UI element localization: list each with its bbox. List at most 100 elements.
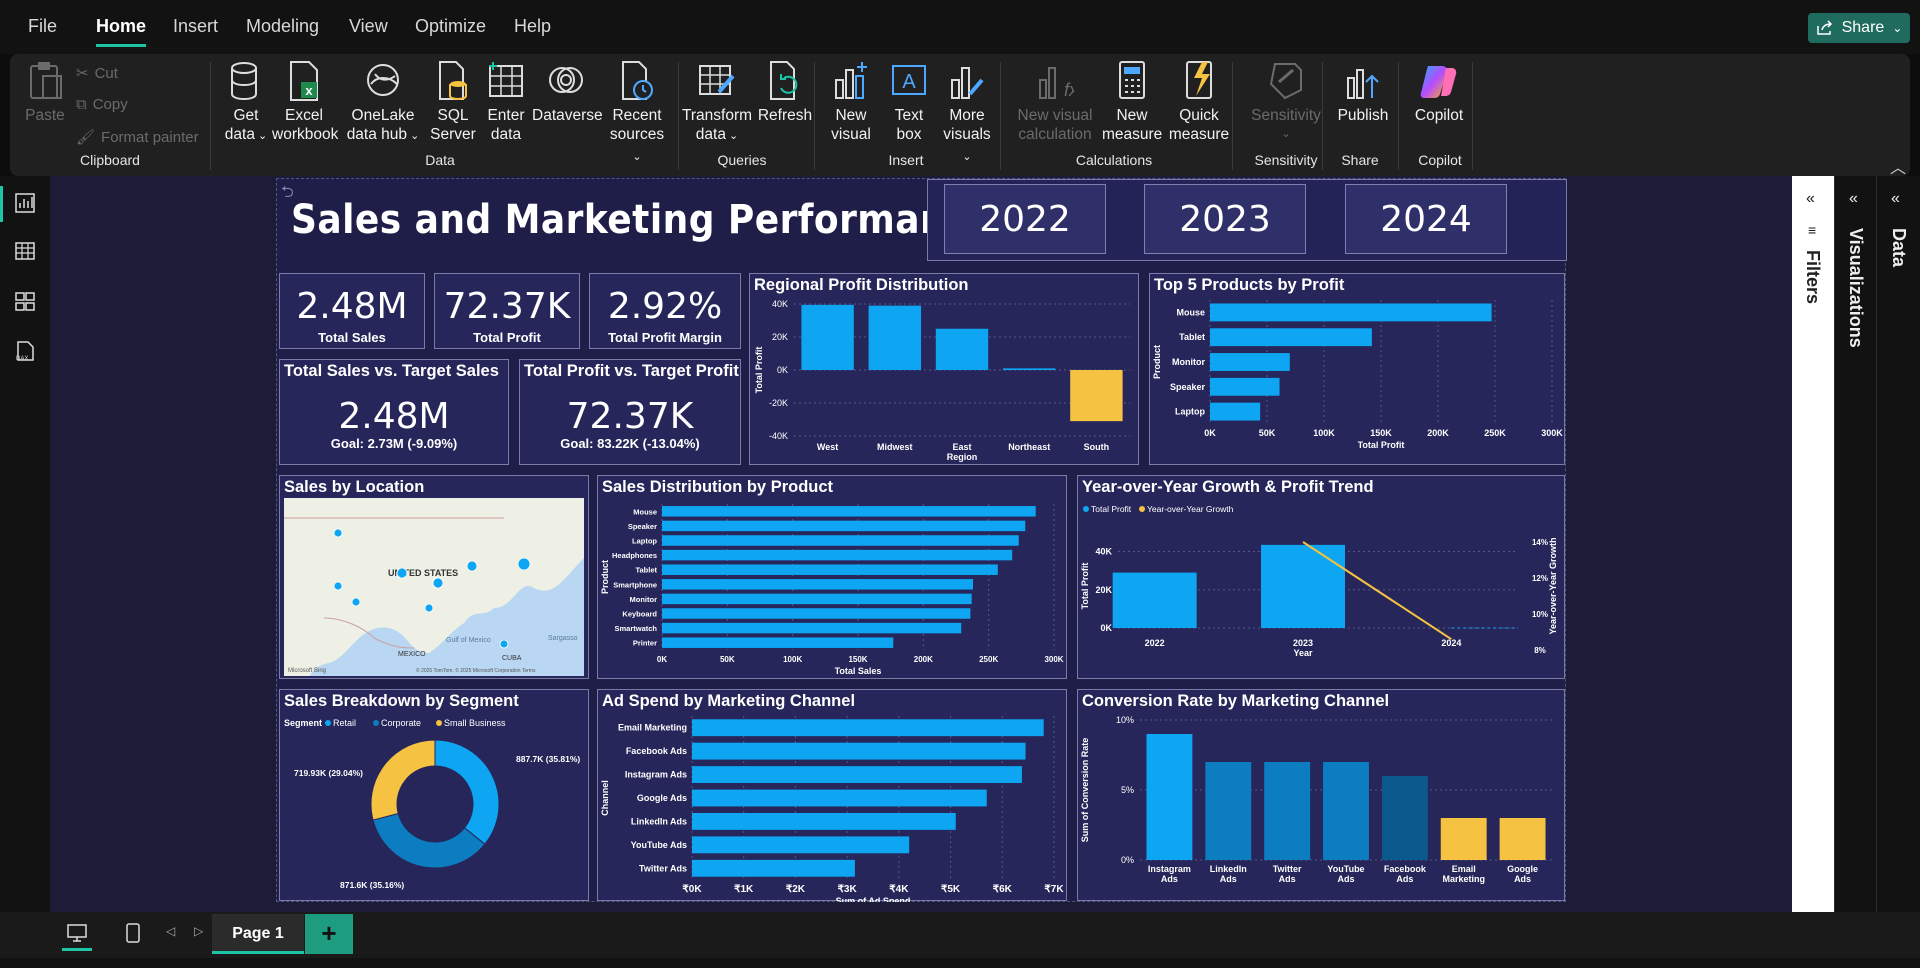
chart-bar[interactable]: [1440, 818, 1487, 860]
expand-visualizations-icon[interactable]: «: [1849, 190, 1858, 208]
chart-bar[interactable]: [1261, 544, 1345, 628]
desktop-layout-icon[interactable]: [66, 922, 88, 944]
chart-bar[interactable]: [1210, 328, 1372, 347]
kpi-card-total-sales[interactable]: 2.48M Total Sales: [279, 273, 425, 349]
chart-bar[interactable]: [1205, 762, 1252, 860]
conversion-rate-card[interactable]: Conversion Rate by Marketing Channel 10%…: [1077, 689, 1565, 901]
new-measure-button[interactable]: New measure: [1102, 60, 1162, 144]
chart-bar[interactable]: [692, 719, 1044, 737]
chart-bar[interactable]: [692, 812, 956, 830]
recent-sources-button[interactable]: Recent sources ⌄: [604, 60, 670, 167]
map-bubble[interactable]: [466, 560, 478, 572]
year-slicer-2023[interactable]: 2023: [1144, 184, 1306, 254]
kpi-card-total-profit[interactable]: 72.37K Total Profit: [434, 273, 580, 349]
donut-slice[interactable]: [434, 739, 500, 845]
chart-bar[interactable]: [662, 549, 1013, 561]
chart-bar[interactable]: [692, 742, 1026, 760]
menu-insert[interactable]: Insert: [173, 16, 218, 37]
menu-home[interactable]: Home: [96, 16, 147, 47]
sales-distribution-card[interactable]: Sales Distribution by Product 0K 50K 100K 1…: [597, 475, 1067, 679]
table-view-icon[interactable]: [14, 240, 36, 262]
data-pane[interactable]: « Data: [1876, 176, 1920, 912]
map-bubble[interactable]: [499, 639, 509, 649]
year-slicer-2024[interactable]: 2024: [1345, 184, 1507, 254]
enter-data-button[interactable]: Enter data: [482, 60, 530, 144]
chart-bar[interactable]: [662, 622, 962, 634]
sql-server-button[interactable]: SQL Server: [428, 60, 478, 144]
excel-workbook-button[interactable]: x Excel workbook: [272, 60, 338, 144]
copilot-button[interactable]: Copilot: [1408, 60, 1470, 125]
transform-data-button[interactable]: Transform data ⌄: [682, 60, 752, 146]
chart-bar[interactable]: [662, 535, 1019, 546]
kpi-card-total-profit-margin[interactable]: 2.92% Total Profit Margin: [589, 273, 741, 349]
yoy-growth-card[interactable]: Year-over-Year Growth & Profit Trend Tot…: [1077, 475, 1565, 679]
map-bubble[interactable]: [333, 528, 343, 538]
next-page-icon[interactable]: ▷: [194, 924, 203, 938]
map-bubble[interactable]: [396, 567, 408, 579]
chart-bar[interactable]: [1002, 368, 1056, 370]
sensitivity-button[interactable]: Sensitivity ⌄: [1246, 60, 1326, 144]
expand-data-icon[interactable]: «: [1891, 190, 1900, 208]
collapse-ribbon-icon[interactable]: ︿: [1890, 154, 1906, 178]
chart-bar[interactable]: [801, 304, 854, 370]
chart-bar[interactable]: [662, 593, 972, 605]
add-page-button[interactable]: +: [305, 914, 353, 954]
map-bubble[interactable]: [517, 557, 531, 571]
new-visual-button[interactable]: New visual: [826, 60, 876, 144]
onelake-button[interactable]: OneLake data hub ⌄: [344, 60, 422, 146]
menu-view[interactable]: View: [349, 16, 388, 37]
regional-profit-card[interactable]: Regional Profit Distribution 40K 20K 0K -20…: [749, 273, 1139, 465]
dax-query-view-icon[interactable]: DAX: [14, 340, 36, 362]
map-bubble[interactable]: [333, 581, 343, 591]
donut-slice[interactable]: [372, 812, 486, 869]
ad-spend-card[interactable]: Ad Spend by Marketing Channel ₹0K ₹1K ₹2K ₹…: [597, 689, 1067, 902]
sales-by-location-card[interactable]: Sales by Location UNITED STATES MEXICO G…: [279, 475, 589, 679]
chart-bar[interactable]: [662, 637, 894, 648]
chart-bar[interactable]: [1264, 762, 1311, 860]
chart-bar[interactable]: [692, 859, 855, 877]
chart-bar[interactable]: [1146, 734, 1193, 860]
chart-bar[interactable]: [692, 766, 1022, 784]
model-view-icon[interactable]: [14, 290, 36, 312]
dataverse-button[interactable]: Dataverse: [532, 60, 603, 125]
menu-modeling[interactable]: Modeling: [246, 16, 319, 37]
more-visuals-button[interactable]: More visuals ⌄: [938, 60, 996, 167]
map-bubble[interactable]: [424, 603, 434, 613]
format-painter-button[interactable]: 🖌 Format painter: [76, 128, 199, 147]
cut-button[interactable]: ✂ Cut: [76, 64, 118, 83]
menu-file[interactable]: File: [28, 16, 57, 37]
chart-bar[interactable]: [1210, 353, 1290, 371]
share-button[interactable]: Share ⌄: [1808, 13, 1910, 43]
paste-button[interactable]: Paste: [24, 60, 66, 125]
chart-bar[interactable]: [662, 506, 1036, 517]
chart-bar[interactable]: [1210, 377, 1280, 396]
target-card-profit[interactable]: Total Profit vs. Target Profit 72.37K Go…: [519, 359, 741, 465]
chart-bar[interactable]: [1381, 776, 1428, 860]
chart-bar[interactable]: [662, 608, 971, 619]
report-view-icon[interactable]: [14, 192, 36, 214]
quick-measure-button[interactable]: Quick measure: [1168, 60, 1230, 144]
chart-bar[interactable]: [662, 520, 1026, 532]
year-slicer-2022[interactable]: 2022: [944, 184, 1106, 254]
menu-help[interactable]: Help: [514, 16, 551, 37]
get-data-button[interactable]: Get data ⌄: [224, 60, 268, 146]
chart-bar[interactable]: [1070, 370, 1123, 422]
mobile-layout-icon[interactable]: [124, 922, 142, 944]
prev-page-icon[interactable]: ◁: [166, 924, 175, 938]
chart-bar[interactable]: [662, 579, 973, 590]
expand-filters-icon[interactable]: «: [1806, 190, 1815, 208]
sales-map[interactable]: UNITED STATES MEXICO Gulf of Mexico CUBA…: [284, 498, 584, 676]
chart-bar[interactable]: [692, 836, 910, 854]
target-card-sales[interactable]: Total Sales vs. Target Sales 2.48M Goal:…: [279, 359, 509, 465]
chart-bar[interactable]: [868, 305, 922, 370]
chart-bar[interactable]: [1499, 818, 1546, 860]
chart-bar[interactable]: [1112, 572, 1197, 628]
filters-pane[interactable]: « ≡ Filters: [1792, 176, 1834, 912]
new-visual-calculation-button[interactable]: fx New visual calculation: [1012, 60, 1098, 144]
chart-bar[interactable]: [1210, 402, 1261, 421]
segment-breakdown-card[interactable]: Sales Breakdown by Segment Segment Retail…: [279, 689, 589, 901]
chart-bar[interactable]: [1210, 303, 1492, 322]
map-bubble[interactable]: [351, 597, 361, 607]
chart-bar[interactable]: [662, 564, 998, 575]
page-tab-page-1[interactable]: Page 1: [212, 914, 304, 954]
